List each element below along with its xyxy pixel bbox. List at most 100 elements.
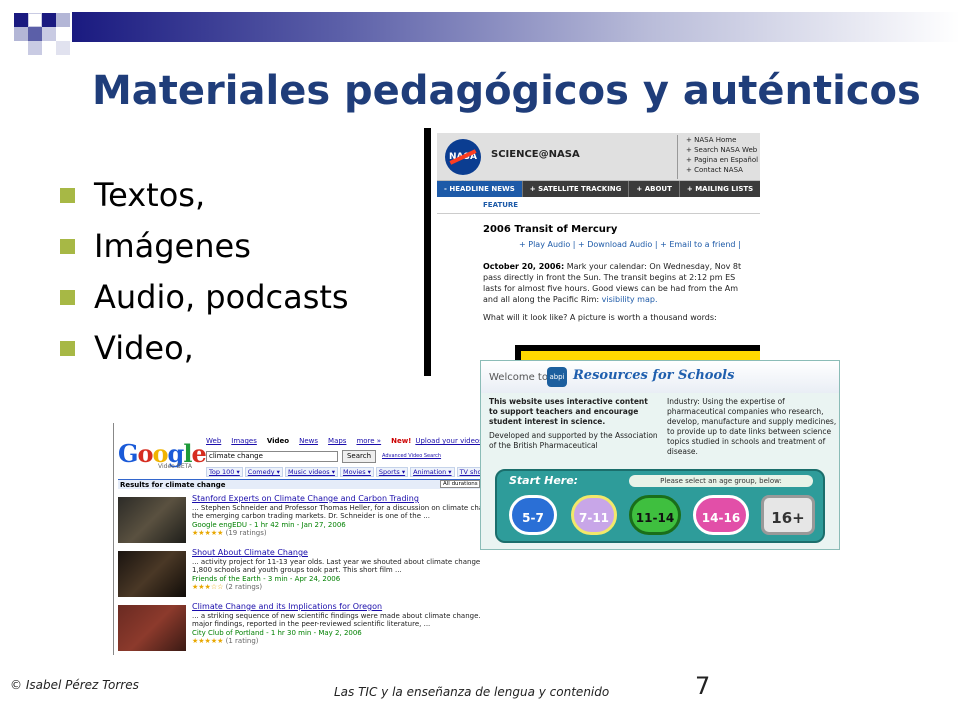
abpi-intro-bold: This website uses interactive content to… [489, 397, 648, 426]
nasa-feature-label: FEATURE [437, 197, 760, 214]
rating-count: (19 ratings) [225, 529, 267, 537]
nasa-date: October 20, 2006: [483, 262, 565, 271]
google-tabs: Web Images Video News Maps more » New! U… [206, 437, 480, 445]
video-thumbnail[interactable] [118, 551, 186, 597]
category-tab[interactable]: Sports ▾ [375, 467, 409, 477]
advanced-search-link[interactable]: Advanced Video Search [382, 453, 441, 459]
nasa-link[interactable]: + Search NASA Web [686, 145, 758, 155]
video-result: Shout About Climate Change ... activity … [118, 548, 480, 599]
google-tab-more[interactable]: more » [356, 437, 381, 445]
video-title-link[interactable]: Shout About Climate Change [192, 548, 480, 558]
video-source: Friends of the Earth - 3 min - Apr 24, 2… [192, 574, 341, 583]
new-badge: New! [391, 437, 412, 445]
category-tab[interactable]: Comedy ▾ [244, 467, 283, 477]
bullet-list: Textos, Imágenes Audio, podcasts Video, [60, 170, 349, 374]
google-tab-video[interactable]: Video [267, 437, 289, 445]
video-snippet: ... Stephen Schneider and Professor Thom… [192, 503, 480, 512]
start-here-label: Start Here: [509, 474, 579, 487]
rating-stars-icon: ★★★☆☆ [192, 583, 224, 591]
google-tab-maps[interactable]: Maps [328, 437, 346, 445]
age-button-7-11[interactable]: 7-11 [571, 495, 617, 535]
age-button-16-plus[interactable]: 16+ [761, 495, 815, 535]
video-snippet: the emerging carbon trading markets. Dr.… [192, 512, 430, 520]
mercury-transit-image [515, 345, 760, 361]
age-button-14-16[interactable]: 14-16 [693, 495, 749, 535]
nasa-body-text: and all along the Pacific Rim: [483, 295, 602, 304]
search-button[interactable]: Search [342, 450, 376, 463]
abpi-welcome: Welcome to [489, 372, 548, 383]
corner-square [14, 13, 28, 27]
corner-square [28, 27, 42, 41]
rating-stars-icon: ★★★★★ [192, 529, 224, 537]
abpi-intro-text: Developed and supported by the Associati… [489, 431, 658, 450]
category-tab[interactable]: TV shows [456, 467, 480, 477]
age-button-11-14[interactable]: 11-14 [629, 495, 681, 535]
duration-select[interactable]: All durations [440, 480, 480, 488]
nasa-audio-links[interactable]: + Play Audio | + Download Audio | + Emai… [437, 238, 760, 257]
nasa-screenshot: NASA SCIENCE@NASA + NASA Home + Search N… [437, 133, 760, 361]
google-logo-subtitle: Video BETA [158, 463, 192, 470]
slide-title: Materiales pedagógicos y auténticos [92, 68, 921, 114]
google-tab-web[interactable]: Web [206, 437, 221, 445]
bullet-item: Imágenes [60, 221, 349, 272]
nasa-nav-item[interactable]: - HEADLINE NEWS [437, 181, 523, 197]
vertical-divider [424, 128, 431, 376]
corner-square [28, 13, 42, 27]
rating-count: (2 ratings) [225, 583, 263, 591]
nasa-question: What will it look like? A picture is wor… [483, 313, 717, 322]
abpi-logo-icon: abpi [547, 367, 567, 387]
corner-square [56, 41, 70, 55]
nasa-body-text: Mark your calendar: On Wednesday, Nov 8t [564, 262, 742, 271]
video-title-link[interactable]: Stanford Experts on Climate Change and C… [192, 494, 480, 504]
video-thumbnail[interactable] [118, 497, 186, 543]
nasa-link[interactable]: + NASA Home [686, 135, 758, 145]
bullet-item: Video, [60, 323, 349, 374]
category-tab[interactable]: Music videos ▾ [284, 467, 338, 477]
upload-videos-link[interactable]: Upload your videos [415, 437, 480, 445]
google-video-screenshot: Google Video BETA Web Images Video News … [113, 423, 480, 655]
visibility-map-link[interactable]: visibility map. [602, 295, 658, 304]
footer-course: Las TIC y la enseñanza de lengua y conte… [334, 685, 610, 699]
nasa-nav-item[interactable]: + MAILING LISTS [680, 181, 760, 197]
nasa-brand: SCIENCE@NASA [491, 149, 580, 160]
nasa-nav-item[interactable]: + ABOUT [629, 181, 680, 197]
nasa-link[interactable]: + Contact NASA [686, 165, 758, 175]
category-tab[interactable]: Top 100 ▾ [206, 467, 243, 477]
slide-number: 7 [695, 672, 711, 700]
video-title-link[interactable]: Climate Change and its Implications for … [192, 602, 480, 612]
google-logo-letter: e [191, 439, 206, 468]
footer-author: © Isabel Pérez Torres [10, 678, 139, 692]
corner-square [42, 13, 56, 27]
google-tab-images[interactable]: Images [231, 437, 257, 445]
corner-square [14, 27, 28, 41]
category-bar: Top 100 ▾ Comedy ▾ Music videos ▾ Movies… [206, 467, 480, 477]
video-source: City Club of Portland - 1 hr 30 min - Ma… [192, 628, 362, 637]
nasa-body-text: lasts for almost five hours. Good views … [483, 284, 739, 293]
nasa-logo-icon: NASA [445, 139, 481, 175]
video-snippet: ... a striking sequence of new scientifi… [192, 611, 480, 620]
google-tab-news[interactable]: News [299, 437, 318, 445]
rating-count: (1 rating) [225, 637, 259, 645]
search-input[interactable]: climate change [206, 451, 338, 462]
header-gradient-band [72, 12, 960, 42]
nasa-header: NASA SCIENCE@NASA + NASA Home + Search N… [437, 133, 760, 181]
category-tab[interactable]: Animation ▾ [410, 467, 455, 477]
google-logo-letter: G [118, 439, 138, 468]
nasa-nav-item[interactable]: + SATELLITE TRACKING [523, 181, 630, 197]
corner-square [56, 13, 70, 27]
nasa-link[interactable]: + Pagina en Español [686, 155, 758, 165]
corner-square [28, 41, 42, 55]
abpi-industry-text: Industry: Using the expertise of pharmac… [667, 397, 837, 456]
video-result-text: Stanford Experts on Climate Change and C… [192, 494, 480, 538]
video-result: Stanford Experts on Climate Change and C… [118, 494, 480, 545]
video-thumbnail[interactable] [118, 605, 186, 651]
abpi-intro: This website uses interactive content to… [489, 397, 659, 451]
video-result-text: Climate Change and its Implications for … [192, 602, 480, 646]
category-tab[interactable]: Movies ▾ [339, 467, 374, 477]
abpi-title: Resources for Schools [573, 368, 735, 383]
abpi-screenshot: Welcome to abpi Resources for Schools Th… [480, 360, 840, 550]
nasa-quick-links: + NASA Home + Search NASA Web + Pagina e… [677, 135, 758, 179]
age-select-prompt: Please select an age group, below: [629, 475, 813, 487]
age-button-5-7[interactable]: 5-7 [509, 495, 557, 535]
video-snippet: major findings, reported in the peer-rev… [192, 620, 431, 628]
